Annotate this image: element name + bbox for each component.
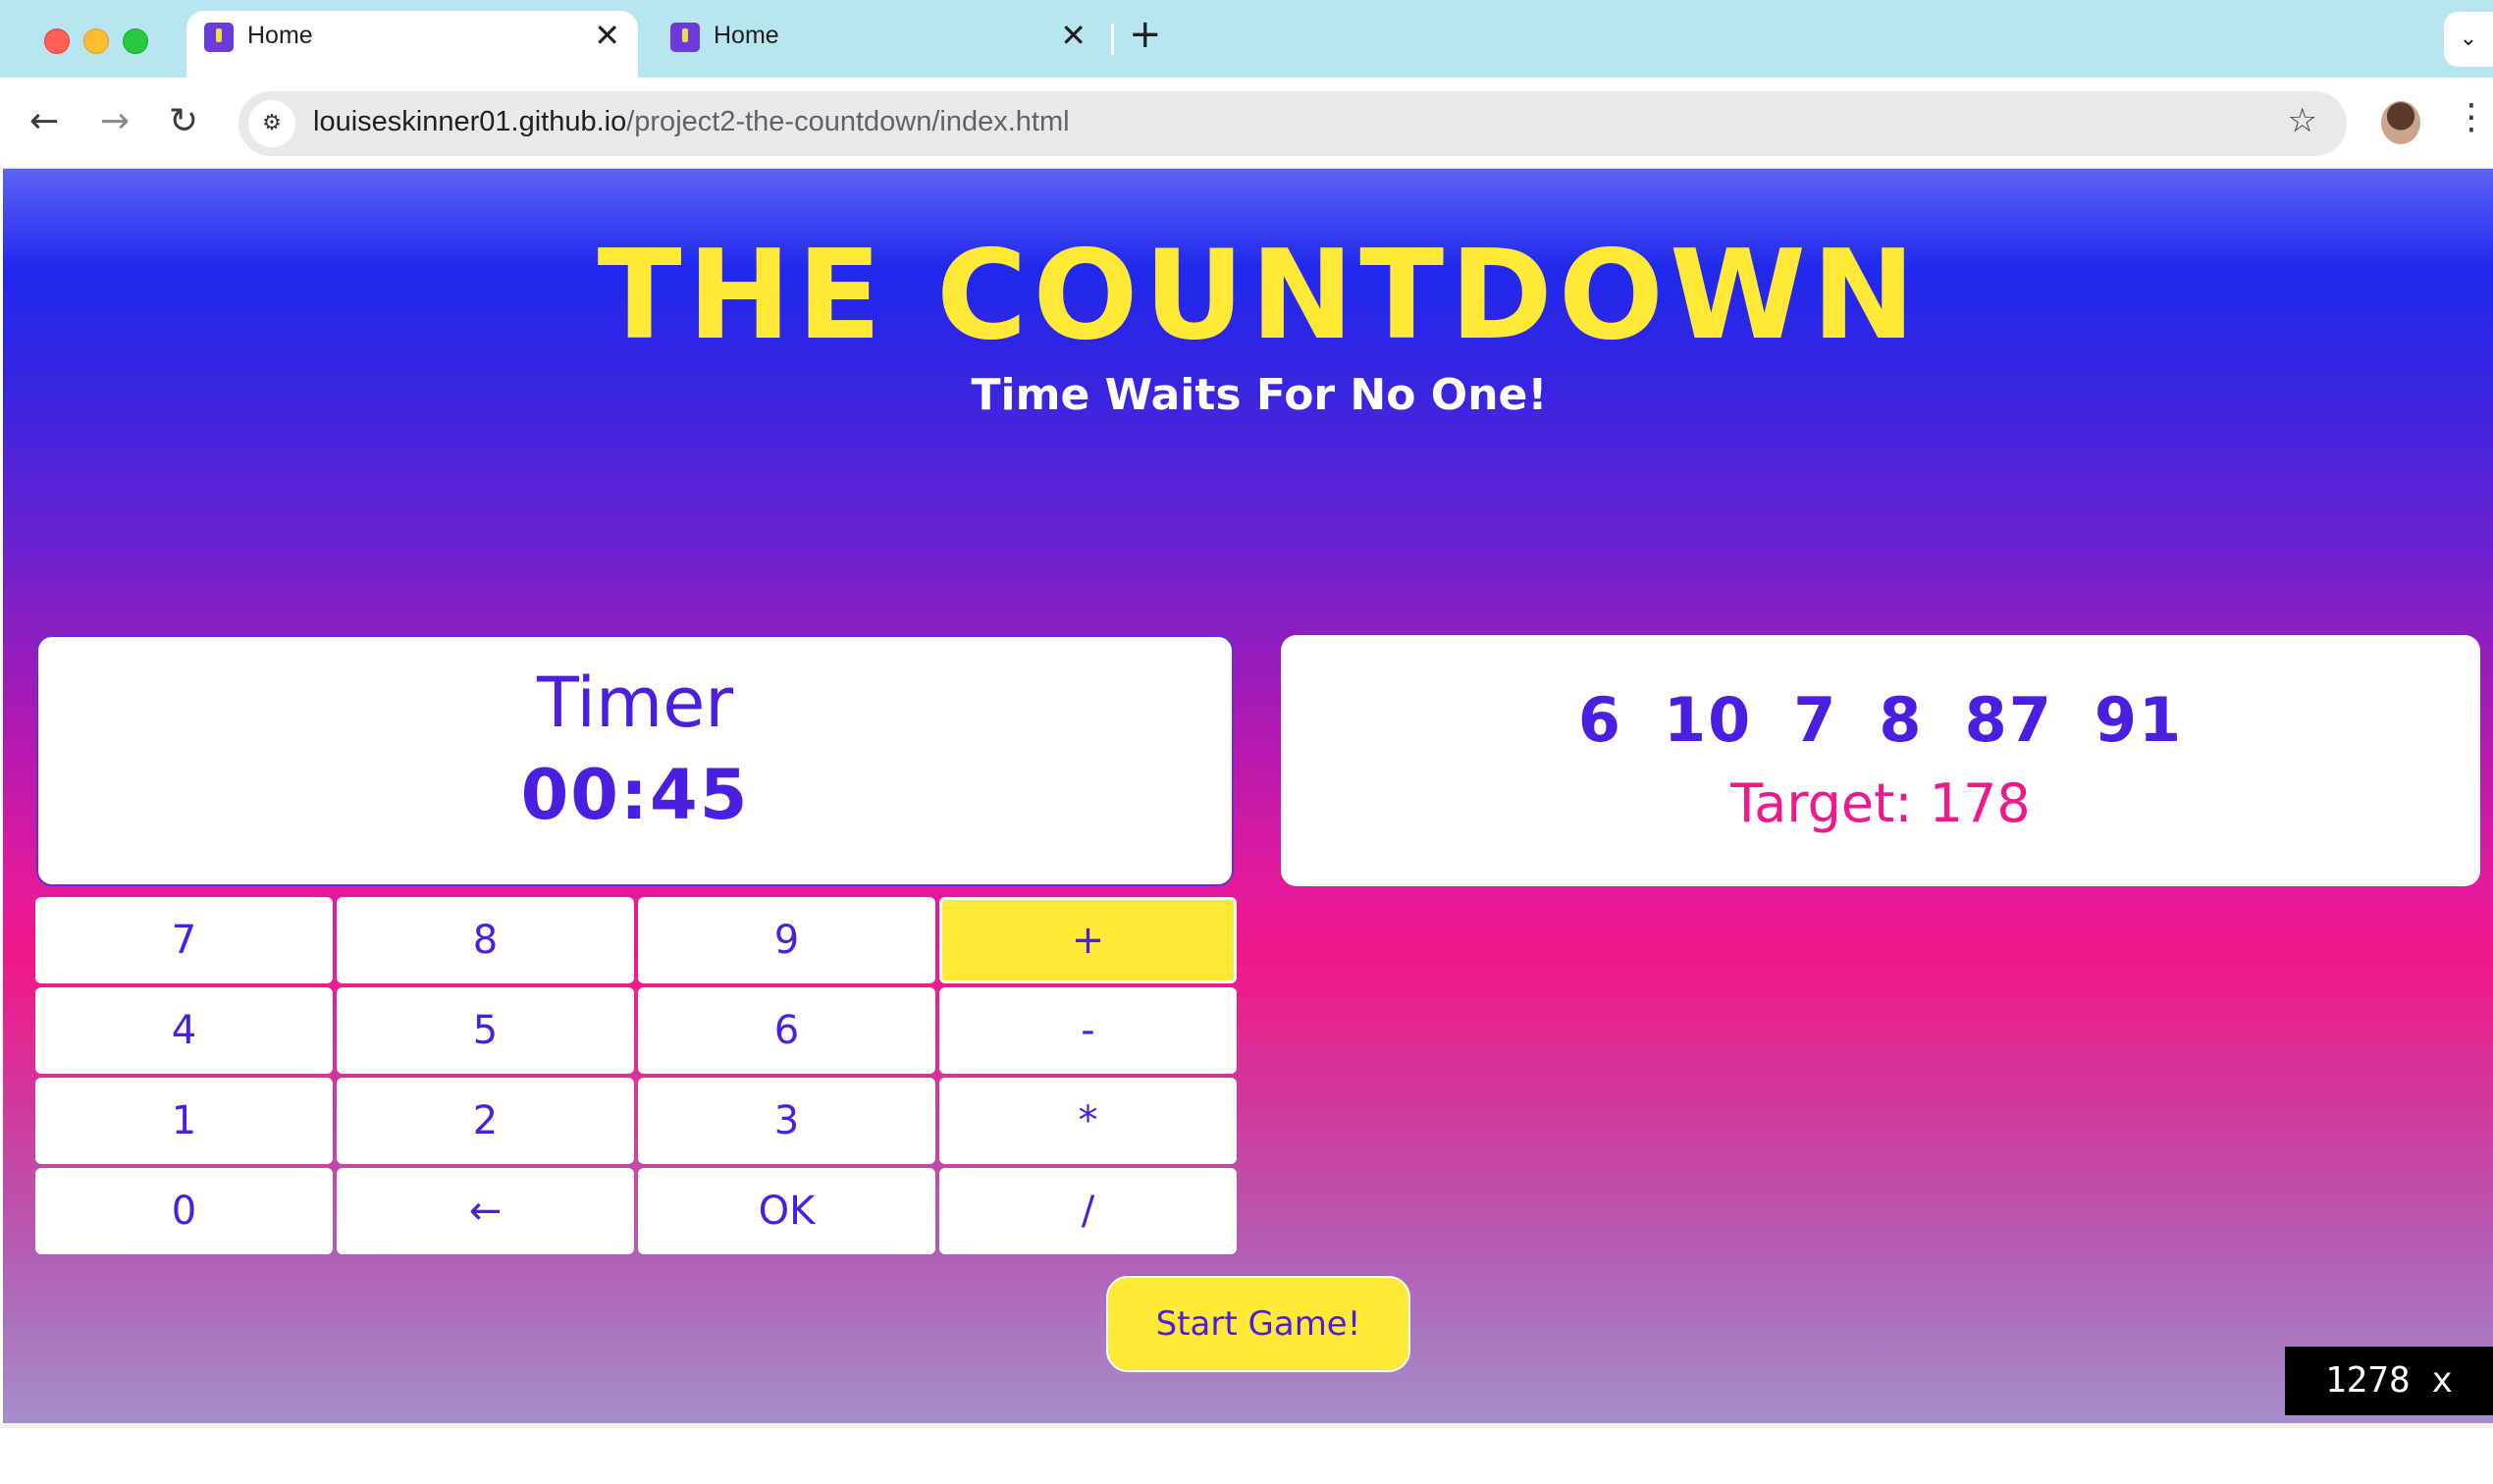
- timer-label: Timer: [536, 662, 734, 743]
- favicon-icon: [670, 23, 700, 52]
- reload-icon[interactable]: ↻: [169, 97, 198, 146]
- number-tile[interactable]: 87: [1965, 684, 2053, 756]
- maximize-window-button[interactable]: [123, 28, 148, 54]
- tab-home-active[interactable]: Home ✕: [186, 11, 638, 78]
- target-value: Target: 178: [1730, 772, 2031, 834]
- page-title: THE COUNTDOWN: [597, 223, 1922, 367]
- url-text[interactable]: louiseskinner01.github.io/project2-the-c…: [313, 106, 1070, 138]
- numbers-card: 6 10 7 8 87 91 Target: 178: [1281, 635, 2480, 886]
- key-0[interactable]: 0: [35, 1168, 333, 1254]
- key-multiply[interactable]: *: [939, 1078, 1237, 1164]
- timer-card: Timer 00:45: [36, 635, 1234, 886]
- key-5[interactable]: 5: [337, 987, 634, 1074]
- key-backspace[interactable]: ←: [337, 1168, 634, 1254]
- key-9[interactable]: 9: [638, 897, 935, 983]
- key-8[interactable]: 8: [337, 897, 634, 983]
- timer-value: 00:45: [520, 755, 750, 835]
- profile-avatar[interactable]: [2381, 101, 2420, 144]
- browser-toolbar: ← → ↻ ⚙ louiseskinner01.github.io/projec…: [0, 78, 2493, 169]
- key-4[interactable]: 4: [35, 987, 333, 1074]
- start-game-button[interactable]: Start Game!: [1106, 1276, 1410, 1372]
- key-7[interactable]: 7: [35, 897, 333, 983]
- favicon-icon: [204, 23, 234, 52]
- bookmark-star-icon[interactable]: ☆: [2288, 101, 2317, 140]
- key-ok[interactable]: OK: [638, 1168, 935, 1254]
- new-tab-button[interactable]: +: [1129, 12, 1162, 57]
- address-bar[interactable]: ⚙ louiseskinner01.github.io/project2-the…: [239, 91, 2347, 156]
- number-tile[interactable]: 8: [1879, 684, 1923, 756]
- url-host: louiseskinner01.github.io: [313, 106, 627, 137]
- site-info-icon[interactable]: ⚙: [248, 100, 295, 147]
- number-tile[interactable]: 91: [2095, 684, 2183, 756]
- key-divide[interactable]: /: [939, 1168, 1237, 1254]
- key-1[interactable]: 1: [35, 1078, 333, 1164]
- number-tile[interactable]: 10: [1664, 684, 1752, 756]
- close-window-button[interactable]: [44, 28, 70, 54]
- keypad: 7 8 9 + 4 5 6 - 1 2 3 * 0 ← OK /: [35, 897, 1237, 1254]
- window-bottom-edge: [0, 1423, 2493, 1428]
- game-page: THE COUNTDOWN Time Waits For No One! Tim…: [3, 169, 2493, 1423]
- tab-divider: [1111, 24, 1114, 55]
- number-tile[interactable]: 6: [1578, 684, 1622, 756]
- number-tile[interactable]: 7: [1793, 684, 1837, 756]
- close-icon[interactable]: ✕: [594, 17, 620, 54]
- tab-title: Home: [247, 22, 313, 49]
- minimize-window-button[interactable]: [83, 28, 109, 54]
- key-3[interactable]: 3: [638, 1078, 935, 1164]
- key-6[interactable]: 6: [638, 987, 935, 1074]
- browser-menu-icon[interactable]: ⋮: [2454, 97, 2489, 137]
- close-icon[interactable]: ✕: [1060, 17, 1087, 54]
- key-plus[interactable]: +: [939, 897, 1237, 983]
- key-2[interactable]: 2: [337, 1078, 634, 1164]
- numbers-row: 6 10 7 8 87 91: [1281, 684, 2480, 756]
- url-path: /project2-the-countdown/index.html: [626, 106, 1070, 137]
- dimensions-readout: 1278 x 643: [2285, 1347, 2493, 1469]
- tab-search-icon[interactable]: ⌄: [2444, 12, 2493, 67]
- forward-icon[interactable]: →: [100, 97, 130, 146]
- tab-title: Home: [714, 22, 779, 49]
- tab-home[interactable]: Home ✕: [653, 11, 1104, 78]
- back-icon[interactable]: ←: [29, 97, 59, 146]
- key-minus[interactable]: -: [939, 987, 1237, 1074]
- browser-tab-bar: Home ✕ Home ✕ + ⌄: [0, 0, 2493, 78]
- page-subtitle: Time Waits For No One!: [971, 370, 1548, 420]
